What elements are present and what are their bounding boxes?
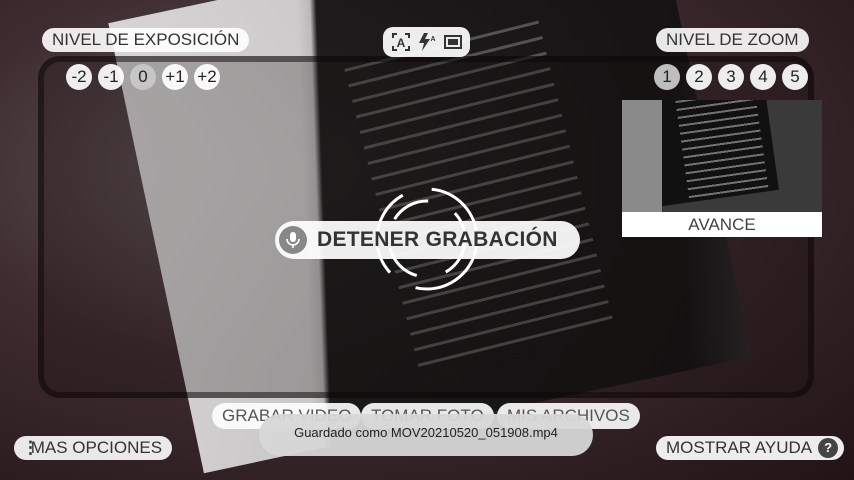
preview-label: AVANCE bbox=[688, 215, 756, 234]
exposure-option-minus1[interactable]: -1 bbox=[98, 64, 124, 90]
stop-recording-label: DETENER GRABACIÓN bbox=[317, 228, 558, 251]
auto-exposure-letter: A bbox=[396, 36, 405, 50]
more-vert-icon: ⋮ bbox=[22, 438, 39, 457]
zoom-option-1[interactable]: 1 bbox=[654, 64, 680, 90]
more-options-button[interactable]: ⋮ MAS OPCIONES bbox=[14, 436, 173, 460]
help-icon: ? bbox=[818, 438, 839, 458]
zoom-option-4[interactable]: 4 bbox=[750, 64, 776, 90]
preview-thumbnail bbox=[622, 100, 822, 212]
saved-toast: Guardado como MOV20210520_051908.mp4 bbox=[259, 414, 593, 456]
microphone-icon bbox=[279, 226, 307, 254]
more-options-label: MAS OPCIONES bbox=[30, 438, 163, 457]
zoom-level-title: NIVEL DE ZOOM bbox=[656, 28, 809, 52]
exposure-option-plus2[interactable]: +2 bbox=[194, 64, 220, 90]
exposure-option-0[interactable]: 0 bbox=[130, 64, 156, 90]
zoom-option-3[interactable]: 3 bbox=[718, 64, 744, 90]
exposure-level-title: NIVEL DE EXPOSICIÓN bbox=[42, 28, 250, 52]
camera-settings-toolbar: A A bbox=[383, 27, 470, 57]
zoom-option-5[interactable]: 5 bbox=[782, 64, 808, 90]
aspect-ratio-icon[interactable] bbox=[442, 31, 464, 53]
auto-exposure-icon[interactable]: A bbox=[390, 31, 412, 53]
stop-recording-button[interactable]: DETENER GRABACIÓN bbox=[275, 221, 580, 259]
exposure-option-minus2[interactable]: -2 bbox=[66, 64, 92, 90]
flash-auto-icon[interactable]: A bbox=[416, 31, 438, 53]
show-help-button[interactable]: MOSTRAR AYUDA ? bbox=[656, 436, 845, 460]
exposure-option-plus1[interactable]: +1 bbox=[162, 64, 188, 90]
flash-auto-letter: A bbox=[430, 36, 435, 43]
preview-panel[interactable]: AVANCE bbox=[622, 100, 822, 237]
zoom-option-2[interactable]: 2 bbox=[686, 64, 712, 90]
show-help-label: MOSTRAR AYUDA bbox=[666, 438, 813, 457]
